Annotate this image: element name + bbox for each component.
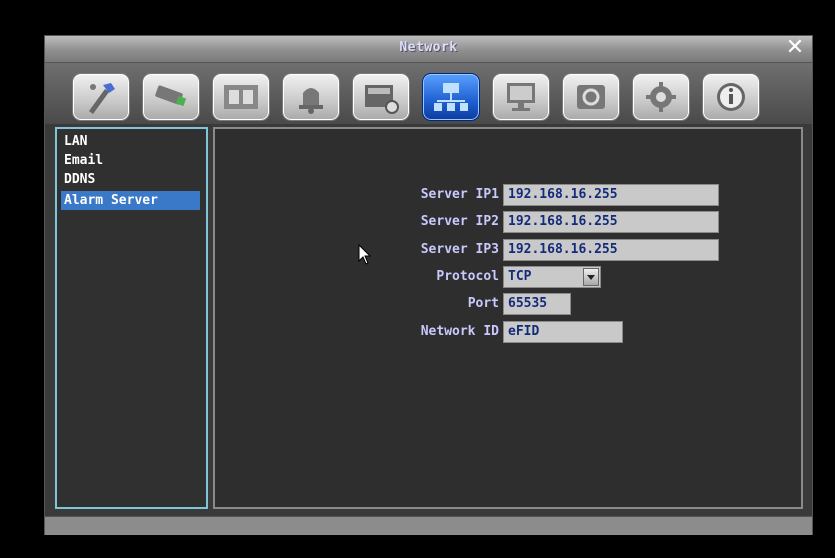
network-dialog: Network ✕ LAN Email DDNS Alarm Server Se… — [44, 35, 813, 535]
info-icon[interactable] — [702, 73, 760, 121]
port-label: Port — [467, 296, 499, 311]
sidebar-item-ddns[interactable]: DDNS — [61, 170, 200, 189]
server-ip2-label: Server IP2 — [420, 214, 499, 229]
chevron-down-icon[interactable] — [583, 268, 599, 286]
record-schedule-icon[interactable] — [352, 73, 410, 121]
alarm-server-panel: Server IP1 192.168.16.255 Server IP2 192… — [213, 127, 803, 509]
settings-gear-icon[interactable] — [632, 73, 690, 121]
camera-icon[interactable] — [142, 73, 200, 121]
network-id-label: Network ID — [420, 324, 499, 339]
network-icon[interactable] — [422, 73, 480, 121]
sidebar-item-email[interactable]: Email — [61, 151, 200, 170]
protocol-value: TCP — [508, 269, 532, 284]
sidebar-item-lan[interactable]: LAN — [61, 132, 200, 151]
protocol-label: Protocol — [436, 269, 499, 284]
backup-icon[interactable] — [562, 73, 620, 121]
mouse-cursor-icon — [358, 244, 372, 265]
port-field[interactable]: 65535 — [503, 293, 571, 315]
network-id-field[interactable]: eFID — [503, 321, 623, 343]
server-ip3-field[interactable]: 192.168.16.255 — [503, 239, 719, 261]
window-title: Network — [399, 40, 458, 55]
status-bar — [45, 516, 812, 535]
quick-setup-icon[interactable] — [72, 73, 130, 121]
sidebar-item-alarm-server[interactable]: Alarm Server — [61, 191, 200, 210]
display-icon[interactable] — [492, 73, 550, 121]
protocol-select[interactable]: TCP — [503, 266, 601, 288]
toolbar — [45, 63, 812, 124]
server-ip1-label: Server IP1 — [420, 187, 499, 202]
server-ip2-field[interactable]: 192.168.16.255 — [503, 211, 719, 233]
close-icon[interactable]: ✕ — [784, 37, 806, 59]
server-ip1-field[interactable]: 192.168.16.255 — [503, 184, 719, 206]
sidebar-menu: LAN Email DDNS Alarm Server — [55, 127, 208, 509]
alarm-bell-icon[interactable] — [282, 73, 340, 121]
title-bar: Network ✕ — [45, 36, 812, 63]
film-icon[interactable] — [212, 73, 270, 121]
